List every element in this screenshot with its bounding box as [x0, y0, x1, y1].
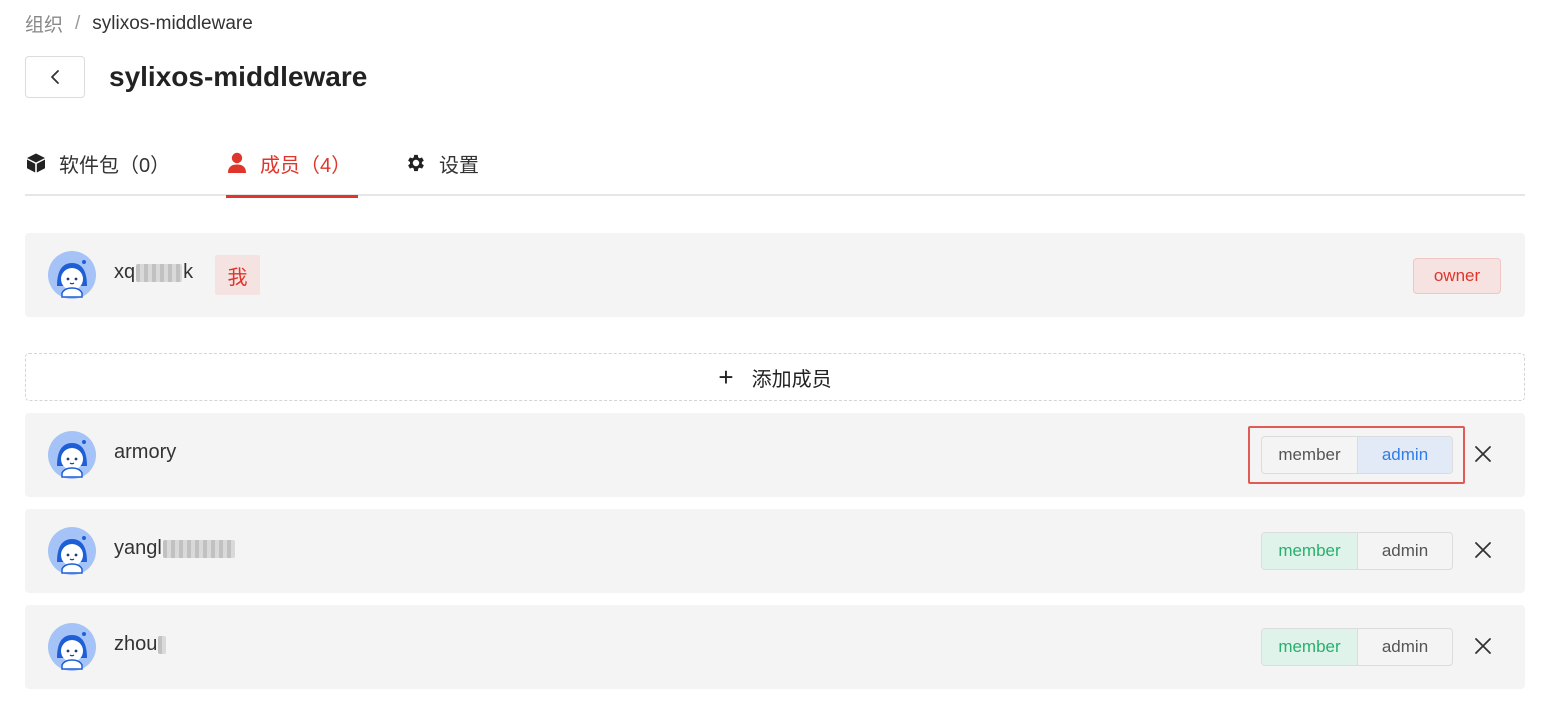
member-name: yangl: [114, 537, 236, 560]
tab-members-label: 成员（4）: [260, 154, 352, 177]
redacted-text: [136, 263, 183, 282]
tab-settings-label: 设置: [439, 154, 479, 177]
remove-member-button[interactable]: [1471, 442, 1495, 466]
tab-packages[interactable]: 软件包（0）: [25, 130, 175, 196]
add-member-label: 添加成员: [751, 368, 832, 391]
close-icon: [1475, 638, 1491, 654]
plus-icon: +: [718, 362, 734, 392]
back-button[interactable]: [25, 56, 85, 98]
remove-member-button[interactable]: [1471, 634, 1495, 658]
breadcrumb-root-link[interactable]: 组织: [25, 10, 63, 37]
breadcrumb: 组织 / sylixos-middleware: [25, 10, 253, 37]
member-row: armory member admin: [25, 413, 1525, 497]
avatar: [48, 251, 96, 299]
role-toggle: member admin: [1261, 436, 1453, 474]
close-icon: [1475, 542, 1491, 558]
role-toggle: member admin: [1261, 628, 1453, 666]
chevron-left-icon: [51, 70, 59, 84]
tab-members[interactable]: 成员（4）: [226, 130, 358, 198]
member-name-suffix: k: [183, 261, 194, 283]
avatar: [48, 623, 96, 671]
member-name: xq k: [114, 261, 193, 284]
member-name-prefix: yangl: [114, 537, 162, 559]
me-badge: 我: [215, 255, 260, 295]
role-admin-option[interactable]: admin: [1357, 533, 1452, 569]
member-row: yangl member admin: [25, 509, 1525, 593]
member-name-prefix: xq: [114, 261, 136, 283]
member-name: zhou: [114, 633, 167, 656]
role-toggle: member admin: [1261, 532, 1453, 570]
avatar: [48, 527, 96, 575]
owner-role-badge: owner: [1413, 258, 1501, 294]
gear-icon: [405, 152, 427, 174]
tab-bar: 软件包（0） 成员（4） 设置: [25, 130, 1525, 198]
tab-packages-label: 软件包（0）: [59, 154, 171, 177]
page-header: sylixos-middleware: [25, 56, 367, 98]
role-member-option[interactable]: member: [1262, 629, 1357, 665]
role-admin-option[interactable]: admin: [1357, 629, 1452, 665]
role-member-option[interactable]: member: [1262, 437, 1357, 473]
close-icon: [1475, 446, 1491, 462]
cube-icon: [25, 152, 47, 174]
redacted-text: [158, 635, 167, 654]
page-title: sylixos-middleware: [109, 61, 368, 92]
role-member-option[interactable]: member: [1262, 533, 1357, 569]
add-member-button[interactable]: + 添加成员: [25, 353, 1525, 401]
role-admin-option[interactable]: admin: [1357, 437, 1452, 473]
breadcrumb-current: sylixos-middleware: [92, 12, 253, 34]
member-row: zhou member admin: [25, 605, 1525, 689]
user-icon: [226, 152, 248, 174]
remove-member-button[interactable]: [1471, 538, 1495, 562]
tab-settings[interactable]: 设置: [405, 130, 515, 196]
member-name-prefix: zhou: [114, 633, 158, 655]
owner-row: xq k 我 owner: [25, 233, 1525, 317]
breadcrumb-separator: /: [75, 12, 81, 34]
redacted-text: [162, 539, 235, 558]
member-name: armory: [114, 441, 176, 464]
avatar: [48, 431, 96, 479]
member-name-prefix: armory: [114, 441, 177, 463]
